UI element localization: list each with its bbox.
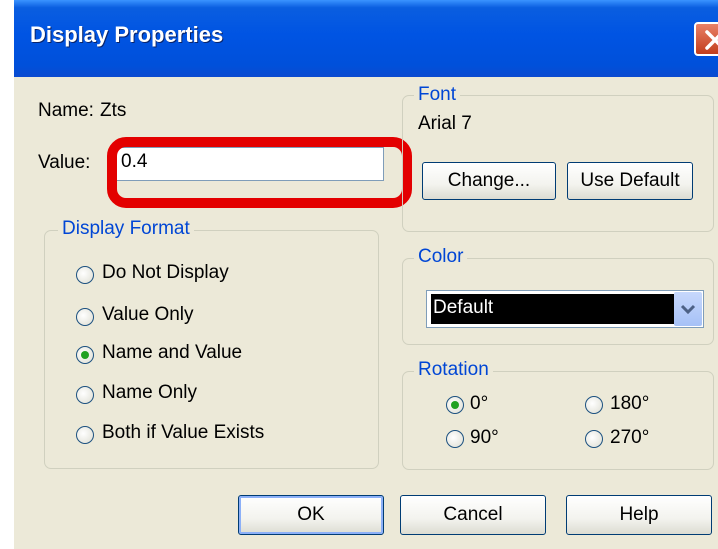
- change-font-button[interactable]: Change...: [422, 162, 556, 200]
- chevron-down-icon: [680, 304, 696, 315]
- radio-rotation-0[interactable]: [446, 396, 464, 414]
- name-and-value-label[interactable]: Name and Value: [102, 342, 242, 364]
- name-value: Zts: [100, 100, 127, 121]
- both-if-value-exists-label[interactable]: Both if Value Exists: [102, 422, 264, 444]
- close-icon: [705, 30, 718, 50]
- radio-both-if-value-exists[interactable]: [76, 426, 94, 444]
- radio-selected-dot: [451, 401, 459, 409]
- radio-rotation-270[interactable]: [585, 430, 603, 448]
- cancel-button[interactable]: Cancel: [400, 495, 546, 535]
- current-font: Arial 7: [418, 113, 472, 134]
- name-label: Name:: [38, 100, 94, 121]
- dropdown-arrow-button[interactable]: [674, 292, 702, 326]
- use-default-font-button[interactable]: Use Default: [567, 162, 693, 200]
- rotation-270-label[interactable]: 270°: [610, 427, 649, 449]
- close-button[interactable]: [694, 22, 718, 56]
- value-label: Value:: [38, 152, 91, 173]
- display-format-legend: Display Format: [58, 218, 194, 240]
- value-only-label[interactable]: Value Only: [102, 304, 194, 326]
- color-select[interactable]: Default: [426, 290, 704, 328]
- rotation-180-label[interactable]: 180°: [610, 393, 649, 415]
- title-bar[interactable]: Display Properties: [14, 0, 718, 77]
- help-button[interactable]: Help: [566, 495, 712, 535]
- radio-do-not-display[interactable]: [76, 266, 94, 284]
- rotation-90-label[interactable]: 90°: [470, 427, 499, 449]
- radio-rotation-90[interactable]: [446, 430, 464, 448]
- highlight-annotation: [107, 137, 412, 208]
- do-not-display-label[interactable]: Do Not Display: [102, 262, 229, 284]
- rotation-legend: Rotation: [414, 359, 493, 381]
- color-selected-value: Default: [431, 294, 675, 324]
- rotation-0-label[interactable]: 0°: [470, 393, 488, 415]
- name-only-label[interactable]: Name Only: [102, 382, 197, 404]
- ok-button[interactable]: OK: [238, 495, 384, 535]
- color-legend: Color: [414, 246, 468, 268]
- radio-name-and-value[interactable]: [76, 346, 94, 364]
- rotation-group: [402, 371, 714, 470]
- radio-value-only[interactable]: [76, 308, 94, 326]
- radio-rotation-180[interactable]: [585, 396, 603, 414]
- radio-name-only[interactable]: [76, 386, 94, 404]
- font-legend: Font: [414, 84, 461, 106]
- display-properties-dialog: Display Properties Name: Zts Value: 0.4 …: [14, 0, 718, 549]
- window-title: Display Properties: [30, 22, 224, 47]
- radio-selected-dot: [81, 351, 89, 359]
